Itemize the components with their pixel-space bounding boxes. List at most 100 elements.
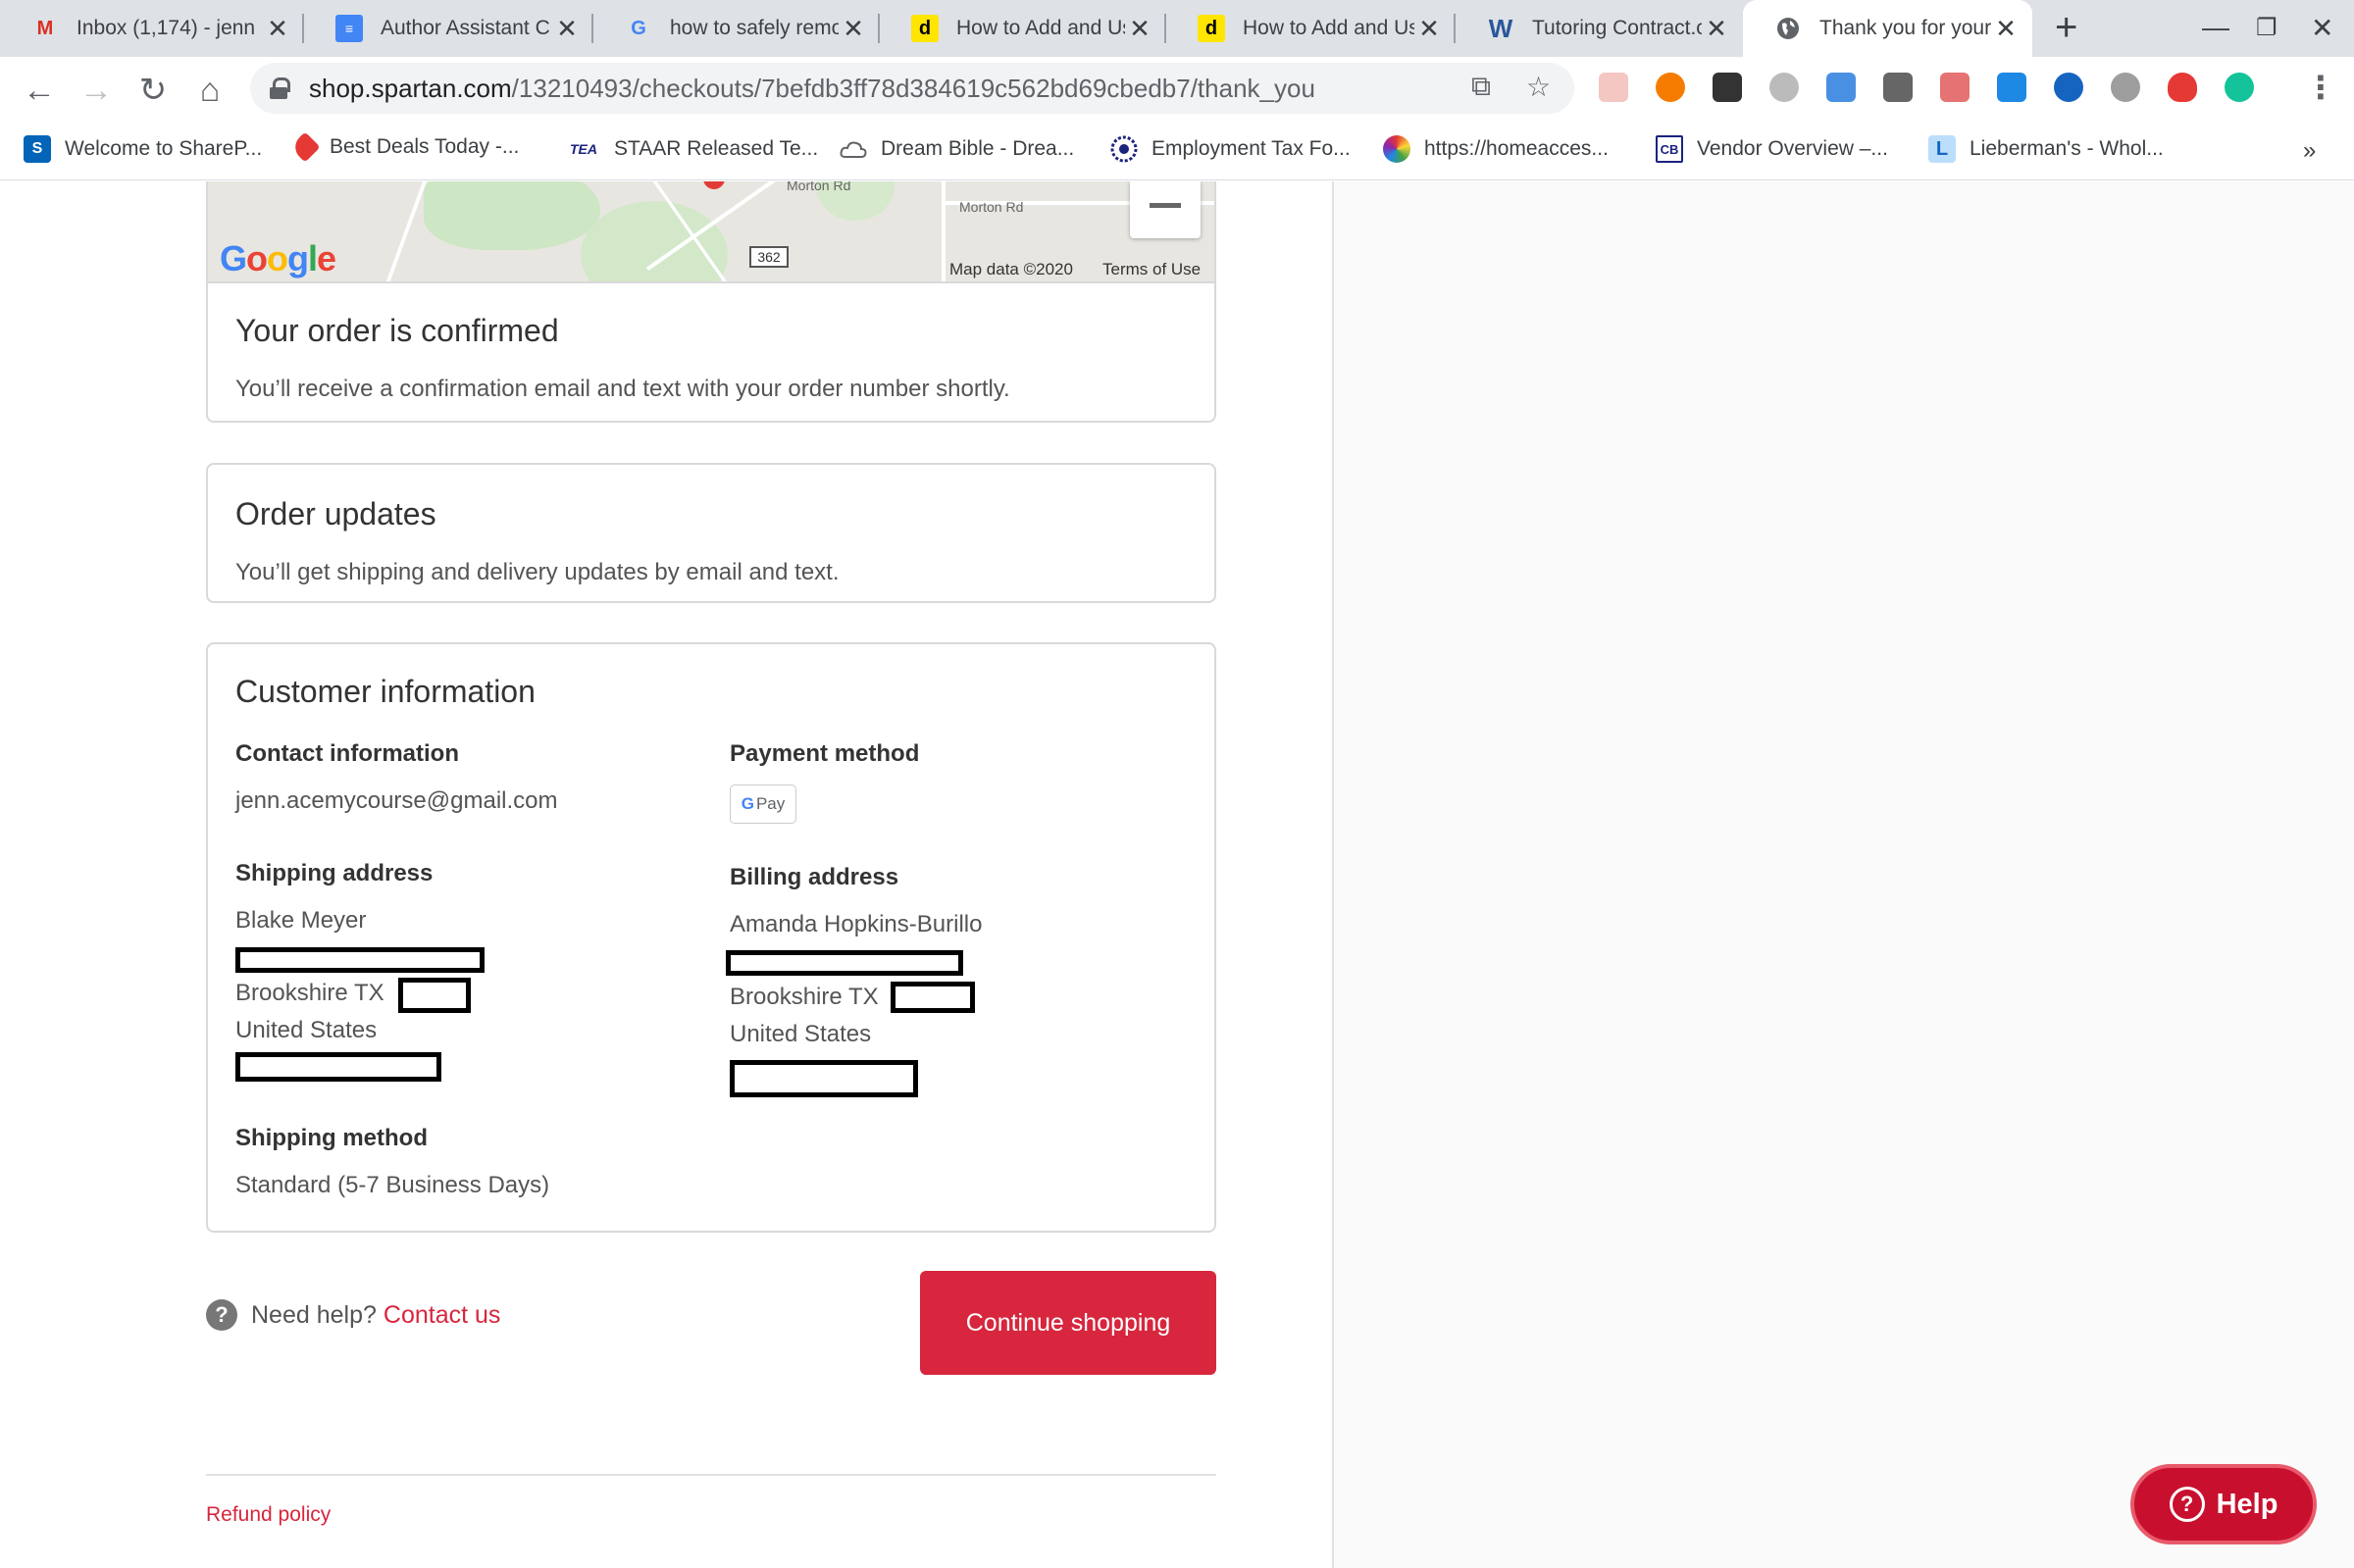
footer-divider [206,1474,1216,1476]
bookmark-best-deals[interactable]: Best Deals Today -... [289,131,520,163]
minimize-icon[interactable]: — [2202,12,2229,43]
google-g-icon: G [741,794,754,813]
tab-how-to-add-2[interactable]: d How to Add and Us ✕ [1166,0,1456,57]
tag-icon [289,131,321,163]
tab-title: Inbox (1,174) - jenn [77,17,256,39]
order-summary-panel [1332,181,2354,1568]
download-extension-icon[interactable] [1713,73,1742,102]
delivery-map[interactable]: Morton Rd Morton Rd 362 Google Map data … [206,181,1216,283]
key-extension-icon[interactable] [1656,73,1685,102]
l-icon: L [1928,135,1956,163]
bookmark-label: STAAR Released Te... [614,137,819,160]
tab-gmail[interactable]: M Inbox (1,174) - jenn ✕ [0,0,304,57]
shield-extension-icon[interactable] [2168,73,2197,102]
close-icon[interactable]: ✕ [1125,14,1154,44]
open-in-app-icon[interactable]: ⧉ [1471,71,1491,103]
url-host: shop.spartan.com [309,73,512,103]
url-path: /13210493/checkouts/7befdb3ff78d384619c5… [511,73,1315,103]
order-confirmed-card: Your order is confirmed You’ll receive a… [206,283,1216,423]
close-icon[interactable]: ✕ [552,14,582,44]
help-button[interactable]: ? Help [2130,1464,2317,1544]
reload-icon[interactable]: ↻ [133,71,173,110]
bookmark-homeaccess[interactable]: https://homeacces... [1383,135,1609,163]
contact-email: jenn.acemycourse@gmail.com [235,787,558,814]
map-road [385,181,427,281]
tab-title: How to Add and Us [956,17,1125,39]
home-icon[interactable]: ⌂ [190,71,230,110]
redacted-zip [398,978,471,1013]
order-confirmed-text: You’ll receive a confirmation email and … [235,376,1010,402]
tab-title: How to Add and Us [1243,17,1414,39]
zoom-out-button[interactable] [1130,181,1201,238]
close-icon[interactable]: ✕ [839,14,868,44]
tea-icon: TEA [570,141,597,157]
redacted-street [726,950,963,976]
redacted-zip [891,982,975,1013]
tab-tutoring-contract[interactable]: W Tutoring Contract.c ✕ [1456,0,1743,57]
send-extension-icon[interactable] [1883,73,1913,102]
address-bar[interactable]: shop.spartan.com/13210493/checkouts/7bef… [250,63,1574,114]
billing-name: Amanda Hopkins-Burillo [730,911,983,937]
continue-shopping-button[interactable]: Continue shopping [920,1271,1216,1375]
reader-extension-icon[interactable] [1826,73,1856,102]
lock-icon[interactable] [270,77,290,99]
close-icon[interactable]: ✕ [1702,14,1731,44]
google-pay-badge: G Pay [730,784,796,824]
d-icon: d [1198,15,1225,42]
bookmarks-overflow-icon[interactable]: » [2303,137,2316,165]
bookmark-sharepoint[interactable]: S Welcome to ShareP... [24,135,262,163]
bookmark-vendor-overview[interactable]: CB Vendor Overview –... [1656,135,1888,163]
map-pin-icon [703,181,725,189]
bookmark-employment-tax[interactable]: Employment Tax Fo... [1110,135,1351,163]
share-extension-icon[interactable] [1940,73,1970,102]
tab-title: Author Assistant C [381,17,550,39]
cloud-icon [840,135,867,163]
colorwheel-icon [1383,135,1410,163]
close-icon[interactable]: ✕ [263,14,292,44]
bookmark-staar[interactable]: TEA STAAR Released Te... [567,135,818,163]
map-road [942,181,946,281]
bookmark-label: Best Deals Today -... [330,135,520,158]
tab-google-search[interactable]: G how to safely remo ✕ [593,0,880,57]
tab-how-to-add-1[interactable]: d How to Add and Us ✕ [880,0,1166,57]
close-icon[interactable]: ✕ [1414,14,1444,44]
tab-author-assistant[interactable]: ≡ Author Assistant C ✕ [304,0,593,57]
bookmark-label: https://homeacces... [1424,137,1609,160]
pdf-extension-icon[interactable] [1599,73,1628,102]
circle-extension-icon[interactable] [2111,73,2140,102]
billing-address-heading: Billing address [730,864,899,890]
new-tab-icon[interactable]: + [2055,8,2077,47]
customer-information-card: Customer information Contact information… [206,642,1216,1233]
back-icon[interactable]: ← [20,71,59,110]
restore-icon[interactable]: ❐ [2256,14,2277,42]
grammarly-icon[interactable] [2225,73,2254,102]
bookmark-dream-bible[interactable]: Dream Bible - Drea... [840,135,1074,163]
close-icon[interactable]: ✕ [1991,14,2021,44]
search-extension-icon[interactable] [2054,73,2083,102]
browser-menu-icon[interactable]: ⋮ [2305,69,2336,106]
window-close-icon[interactable]: ✕ [2311,12,2333,44]
bookmark-liebermans[interactable]: L Lieberman's - Whol... [1928,135,2164,163]
tab-thank-you[interactable]: Thank you for your ✕ [1743,0,2032,57]
refund-policy-link[interactable]: Refund policy [206,1503,331,1527]
route-shield: 362 [749,246,789,268]
redacted-phone [730,1060,918,1097]
bookmark-label: Welcome to ShareP... [65,137,263,160]
bookmark-star-icon[interactable]: ☆ [1526,71,1551,103]
shipping-country: United States [235,1017,378,1043]
contact-information-heading: Contact information [235,740,459,767]
billing-country: United States [730,1021,872,1047]
gmail-icon: M [36,17,54,39]
help-button-label: Help [2216,1488,2278,1520]
irs-icon [1110,135,1138,163]
bookmarks-bar: S Welcome to ShareP... Best Deals Today … [0,124,2354,180]
map-terms-link[interactable]: Terms of Use [1102,260,1201,279]
google-logo: Google [220,238,336,278]
map-park [581,201,728,281]
forward-icon[interactable]: → [77,71,116,110]
sharepoint-icon: S [24,135,51,163]
contact-us-link[interactable]: Contact us [384,1301,501,1330]
shipping-address-heading: Shipping address [235,860,434,886]
drive-extension-icon[interactable] [1769,73,1799,102]
counter-extension-icon[interactable] [1997,73,2026,102]
